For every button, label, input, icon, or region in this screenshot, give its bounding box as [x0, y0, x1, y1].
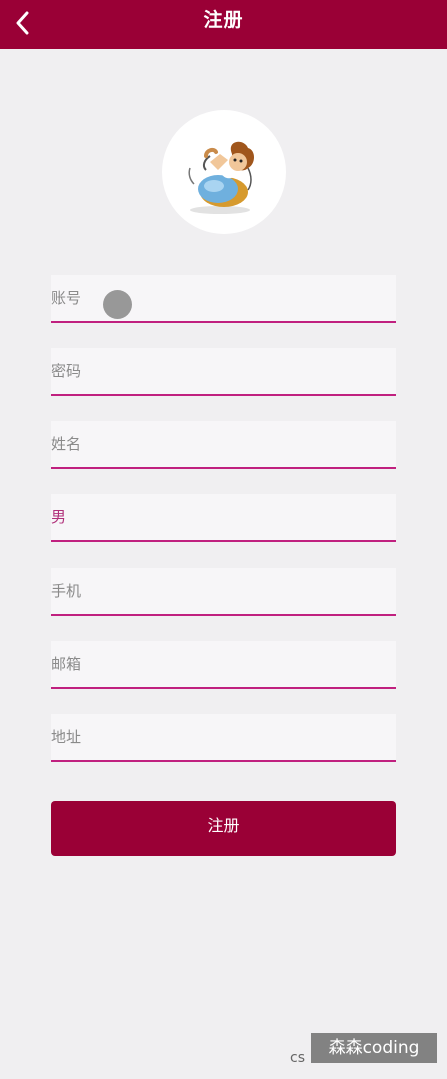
gender-input[interactable] [51, 494, 396, 540]
address-input[interactable] [51, 714, 396, 760]
phone-field[interactable] [51, 568, 396, 616]
top-bar: 注册 [0, 0, 447, 49]
name-field[interactable] [51, 421, 396, 469]
address-field[interactable] [51, 714, 396, 762]
account-input[interactable] [51, 275, 396, 321]
register-button[interactable]: 注册 [51, 801, 396, 856]
email-field[interactable] [51, 641, 396, 689]
phone-input[interactable] [51, 568, 396, 614]
email-input[interactable] [51, 641, 396, 687]
avatar[interactable] [162, 110, 286, 234]
page-title: 注册 [203, 9, 244, 31]
password-input[interactable] [51, 348, 396, 394]
cartoon-avatar-image [188, 141, 254, 214]
name-input[interactable] [51, 421, 396, 467]
watermark: 森森coding [311, 1033, 437, 1063]
password-field[interactable] [51, 348, 396, 396]
watermark-prefix: cs [290, 1050, 305, 1066]
gender-field[interactable] [51, 494, 396, 542]
touch-indicator [103, 290, 132, 319]
